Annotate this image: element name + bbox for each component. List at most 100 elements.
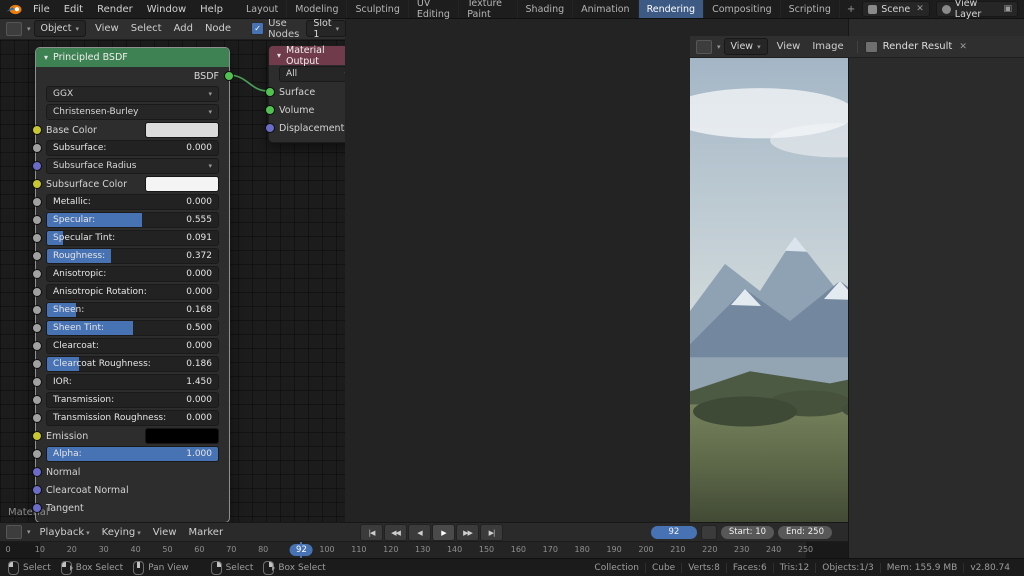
input-socket-anisotropic[interactable] xyxy=(32,269,42,279)
playhead-frame-badge[interactable]: 92 xyxy=(290,544,313,556)
bsdf-color-swatch-base-color[interactable] xyxy=(145,122,219,138)
image-menu-view[interactable]: View xyxy=(771,41,807,52)
input-socket-metallic[interactable] xyxy=(32,197,42,207)
shader-editor-type-icon[interactable] xyxy=(6,22,22,36)
timeline-menu-view[interactable]: View xyxy=(147,527,183,538)
next-keyframe-button[interactable]: ▶▶ xyxy=(456,524,479,541)
bsdf-color-swatch-subsurface-color[interactable] xyxy=(145,176,219,192)
menu-file[interactable]: File xyxy=(26,4,57,15)
bsdf-slider-anisotropic[interactable]: Anisotropic:0.000 xyxy=(46,266,219,282)
input-socket-specular-tint[interactable] xyxy=(32,233,42,243)
bsdf-dropdown-christensen-burley[interactable]: Christensen-Burley▾ xyxy=(46,104,219,120)
bsdf-slider-specular-tint[interactable]: Specular Tint:0.091 xyxy=(46,230,219,246)
jump-to-end-button[interactable]: ▶| xyxy=(480,524,503,541)
node-header[interactable]: ▾ Material Output xyxy=(269,46,345,65)
node-header[interactable]: ▾ Principled BSDF xyxy=(36,48,229,67)
bsdf-slider-roughness[interactable]: Roughness:0.372 xyxy=(46,248,219,264)
bsdf-dropdown-subsurface-radius[interactable]: Subsurface Radius▾ xyxy=(46,158,219,174)
shader-menu-node[interactable]: Node xyxy=(199,23,237,34)
menu-window[interactable]: Window xyxy=(140,4,193,15)
timeline-menu-marker[interactable]: Marker xyxy=(183,527,230,538)
bsdf-slider-sheen[interactable]: Sheen:0.168 xyxy=(46,302,219,318)
shader-mode-dropdown[interactable]: Object ▾ xyxy=(34,20,86,37)
image-datablock-icon[interactable] xyxy=(865,41,878,53)
blender-logo-icon[interactable] xyxy=(6,4,22,15)
input-socket-surface[interactable] xyxy=(265,87,275,97)
view-layer-selector[interactable]: View Layer ▣ xyxy=(936,1,1018,17)
input-socket-ior[interactable] xyxy=(32,377,42,387)
workspace-tab-animation[interactable]: Animation xyxy=(573,0,638,18)
shader-menu-select[interactable]: Select xyxy=(125,23,168,34)
use-preview-range-button[interactable] xyxy=(701,525,717,540)
workspace-tab-texture-paint[interactable]: Texture Paint xyxy=(459,0,517,18)
workspace-tab-sculpting[interactable]: Sculpting xyxy=(347,0,408,18)
principled-bsdf-node[interactable]: ▾ Principled BSDF BSDF GGX▾Christensen-B… xyxy=(35,47,230,522)
timeline-menu-keying[interactable]: Keying▾ xyxy=(96,527,147,538)
input-socket-specular[interactable] xyxy=(32,215,42,225)
bsdf-slider-specular[interactable]: Specular:0.555 xyxy=(46,212,219,228)
image-mode-dropdown[interactable]: View ▾ xyxy=(724,38,768,55)
workspace-tab-scripting[interactable]: Scripting xyxy=(781,0,840,18)
bsdf-slider-alpha[interactable]: Alpha:1.000 xyxy=(46,446,219,462)
input-socket-sheen-tint[interactable] xyxy=(32,323,42,333)
image-editor-type-icon[interactable] xyxy=(696,40,712,54)
menu-edit[interactable]: Edit xyxy=(57,4,90,15)
workspace-tab-compositing[interactable]: Compositing xyxy=(704,0,781,18)
bsdf-dropdown-ggx[interactable]: GGX▾ xyxy=(46,86,219,102)
input-socket-tangent[interactable] xyxy=(32,503,42,513)
bsdf-slider-ior[interactable]: IOR:1.450 xyxy=(46,374,219,390)
workspace-tab-shading[interactable]: Shading xyxy=(518,0,574,18)
play-button[interactable]: ▶ xyxy=(432,524,455,541)
input-socket-alpha[interactable] xyxy=(32,449,42,459)
input-socket-clearcoat-normal[interactable] xyxy=(32,485,42,495)
frame-end-field[interactable]: End: 250 xyxy=(778,526,832,539)
input-socket-clearcoat[interactable] xyxy=(32,341,42,351)
input-socket-normal[interactable] xyxy=(32,467,42,477)
workspace-tab-modeling[interactable]: Modeling xyxy=(287,0,347,18)
bsdf-slider-clearcoat-roughness[interactable]: Clearcoat Roughness:0.186 xyxy=(46,356,219,372)
input-socket-subsurface-color[interactable] xyxy=(32,179,42,189)
bsdf-slider-metallic[interactable]: Metallic:0.000 xyxy=(46,194,219,210)
menu-help[interactable]: Help xyxy=(193,4,230,15)
input-socket-clearcoat-roughness[interactable] xyxy=(32,359,42,369)
timeline-menu-playback[interactable]: Playback▾ xyxy=(34,527,96,538)
input-socket-transmission-roughness[interactable] xyxy=(32,413,42,423)
jump-to-start-button[interactable]: |◀ xyxy=(360,524,383,541)
bsdf-color-swatch-emission[interactable] xyxy=(145,428,219,444)
input-socket-anisotropic-rotation[interactable] xyxy=(32,287,42,297)
input-socket-sheen[interactable] xyxy=(32,305,42,315)
material-slot-dropdown[interactable]: Slot 1 ▾ xyxy=(306,20,346,37)
timeline-editor-type-icon[interactable] xyxy=(6,525,22,539)
node-canvas[interactable]: ▾ Principled BSDF BSDF GGX▾Christensen-B… xyxy=(0,40,345,522)
current-frame-field[interactable]: 92 xyxy=(651,526,697,539)
input-socket-emission[interactable] xyxy=(32,431,42,441)
input-socket-transmission[interactable] xyxy=(32,395,42,405)
collapse-triangle-icon[interactable]: ▾ xyxy=(277,51,281,60)
collapse-triangle-icon[interactable]: ▾ xyxy=(44,53,48,62)
input-socket-volume[interactable] xyxy=(265,105,275,115)
bsdf-slider-subsurface[interactable]: Subsurface:0.000 xyxy=(46,140,219,156)
workspace-tab-rendering[interactable]: Rendering xyxy=(639,0,705,18)
material-output-node[interactable]: ▾ Material Output All ▾ SurfaceVolumeDis… xyxy=(268,45,345,143)
frame-start-field[interactable]: Start: 10 xyxy=(721,526,774,539)
workspace-tab-uv-editing[interactable]: UV Editing xyxy=(409,0,459,18)
input-socket-base-color[interactable] xyxy=(32,125,42,135)
add-workspace-button[interactable]: + xyxy=(840,4,862,15)
previous-keyframe-button[interactable]: ◀◀ xyxy=(384,524,407,541)
menu-render[interactable]: Render xyxy=(90,4,140,15)
scene-selector[interactable]: Scene ✕ xyxy=(862,1,930,17)
unlink-scene-icon[interactable]: ✕ xyxy=(914,4,924,14)
play-reverse-button[interactable]: ◀ xyxy=(408,524,431,541)
bsdf-slider-anisotropic-rotation[interactable]: Anisotropic Rotation:0.000 xyxy=(46,284,219,300)
shader-menu-add[interactable]: Add xyxy=(168,23,199,34)
workspace-tab-layout[interactable]: Layout xyxy=(238,0,287,18)
bsdf-slider-transmission-roughness[interactable]: Transmission Roughness:0.000 xyxy=(46,410,219,426)
bsdf-slider-clearcoat[interactable]: Clearcoat:0.000 xyxy=(46,338,219,354)
use-nodes-checkbox[interactable]: Use Nodes xyxy=(251,18,299,40)
view-layer-copy-icon[interactable]: ▣ xyxy=(1001,4,1012,14)
image-menu-image[interactable]: Image xyxy=(806,41,849,52)
input-socket-subsurface[interactable] xyxy=(32,143,42,153)
output-target-dropdown[interactable]: All ▾ xyxy=(279,66,345,82)
bsdf-output-socket[interactable] xyxy=(224,71,234,81)
input-socket-subsurface-radius[interactable] xyxy=(32,161,42,171)
